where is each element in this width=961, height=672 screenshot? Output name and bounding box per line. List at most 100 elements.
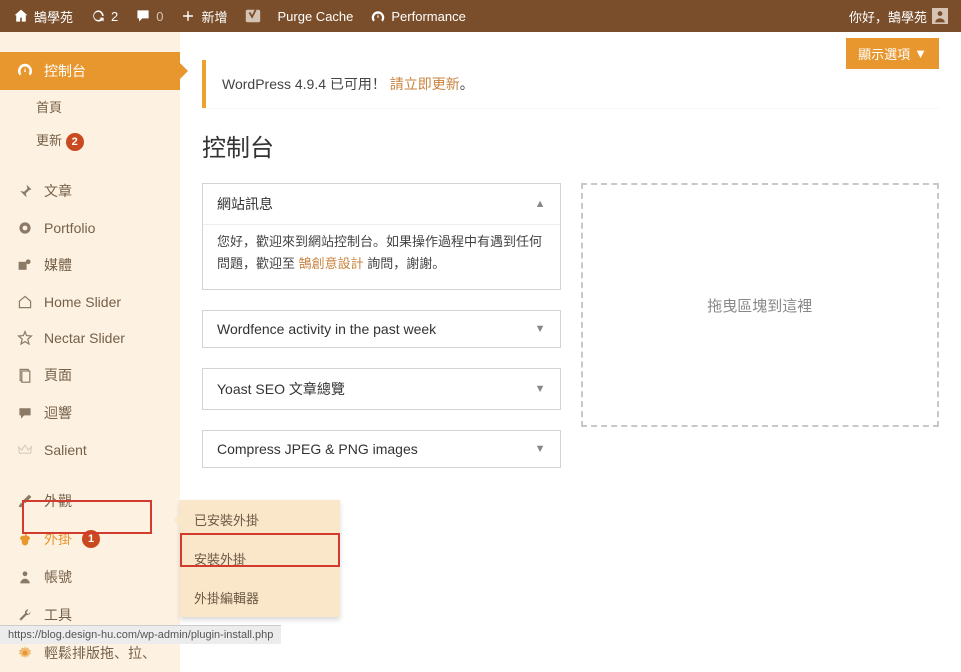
widget-tinypng: Compress JPEG & PNG images ▼	[202, 430, 561, 468]
greeting-label: 你好，鵠學苑	[849, 7, 927, 26]
menu-plugins[interactable]: 外掛 1	[0, 520, 180, 558]
performance-link[interactable]: Performance	[369, 7, 465, 25]
browser-status-bar: https://blog.design-hu.com/wp-admin/plug…	[0, 625, 281, 644]
home-icon	[12, 7, 30, 25]
menu-salient-label: Salient	[44, 442, 87, 458]
widget-dropzone[interactable]: 拖曳區塊到這裡	[581, 183, 940, 427]
update-notice: WordPress 4.9.4 已可用！ 請立即更新。	[202, 60, 939, 108]
comments-count-label: 0	[156, 9, 163, 24]
portfolio-icon	[16, 219, 34, 237]
collapse-down-icon: ▼	[535, 383, 546, 395]
menu-easy-layout-label: 輕鬆排版拖、拉、	[44, 643, 156, 663]
menu-comments-label: 迴響	[44, 403, 72, 423]
submenu-updates[interactable]: 更新 2	[0, 123, 180, 158]
plugin-icon	[16, 530, 34, 548]
menu-posts[interactable]: 文章	[0, 172, 180, 210]
crown-icon	[16, 441, 34, 459]
screen-options-button[interactable]: 顯示選項 ▼	[846, 38, 939, 69]
menu-comments[interactable]: 迴響	[0, 394, 180, 432]
main-wrap: 控制台 首頁 更新 2 文章 Portfolio 媒體 Home Slider …	[0, 32, 961, 672]
admin-bar-right: 你好，鵠學苑	[849, 7, 949, 26]
widget-tinypng-title: Compress JPEG & PNG images	[217, 441, 418, 457]
widget-wordfence: Wordfence activity in the past week ▼	[202, 310, 561, 348]
gear-icon	[16, 644, 34, 662]
widget-site-info-header[interactable]: 網站訊息 ▲	[203, 184, 560, 224]
yoast-link[interactable]	[244, 7, 262, 25]
submenu-home[interactable]: 首頁	[0, 90, 180, 123]
widget-site-info-link[interactable]: 鵠創意設計	[299, 256, 364, 271]
notice-suffix: 。	[460, 76, 474, 92]
site-name-label: 鵠學苑	[34, 7, 73, 26]
menu-pages[interactable]: 頁面	[0, 356, 180, 394]
widget-yoast-header[interactable]: Yoast SEO 文章總覽 ▼	[203, 369, 560, 409]
comments-icon	[16, 404, 34, 422]
menu-appearance-label: 外觀	[44, 491, 72, 511]
menu-media[interactable]: 媒體	[0, 246, 180, 284]
notice-update-link[interactable]: 請立即更新	[390, 76, 460, 92]
widget-site-info-text-suffix: 詢問，謝謝。	[364, 256, 446, 271]
menu-portfolio[interactable]: Portfolio	[0, 210, 180, 246]
screen-options-label: 顯示選項	[858, 44, 910, 63]
dashboard-col-right: 拖曳區塊到這裡	[581, 183, 940, 488]
dropzone-label: 拖曳區塊到這裡	[707, 295, 812, 316]
menu-tools-label: 工具	[44, 605, 72, 625]
submenu-updates-label: 更新	[36, 133, 62, 148]
home-slider-icon	[16, 293, 34, 311]
widget-site-info-title: 網站訊息	[217, 194, 273, 214]
widget-tinypng-header[interactable]: Compress JPEG & PNG images ▼	[203, 431, 560, 467]
content-area: 顯示選項 ▼ WordPress 4.9.4 已可用！ 請立即更新。 控制台 網…	[180, 32, 961, 672]
star-icon	[16, 329, 34, 347]
avatar-icon	[931, 7, 949, 25]
widget-wordfence-title: Wordfence activity in the past week	[217, 321, 436, 337]
menu-portfolio-label: Portfolio	[44, 220, 95, 236]
wrench-icon	[16, 606, 34, 624]
menu-nectar-slider-label: Nectar Slider	[44, 330, 125, 346]
updates-link[interactable]: 2	[89, 7, 118, 25]
widget-yoast: Yoast SEO 文章總覽 ▼	[202, 368, 561, 410]
menu-nectar-slider[interactable]: Nectar Slider	[0, 320, 180, 356]
dashboard-widgets: 網站訊息 ▲ 您好，歡迎來到網站控制台。如果操作過程中有遇到任何問題，歡迎至 鵠…	[202, 183, 939, 488]
update-icon	[89, 7, 107, 25]
admin-sidebar: 控制台 首頁 更新 2 文章 Portfolio 媒體 Home Slider …	[0, 32, 180, 672]
widget-site-info-body: 您好，歡迎來到網站控制台。如果操作過程中有遇到任何問題，歡迎至 鵠創意設計 詢問…	[203, 224, 560, 289]
menu-appearance[interactable]: 外觀	[0, 482, 180, 520]
account-link[interactable]: 你好，鵠學苑	[849, 7, 949, 26]
purge-label: Purge Cache	[278, 9, 354, 24]
widget-yoast-title: Yoast SEO 文章總覽	[217, 379, 345, 399]
pin-icon	[16, 182, 34, 200]
site-link[interactable]: 鵠學苑	[12, 7, 73, 26]
yoast-icon	[244, 7, 262, 25]
menu-dashboard-label: 控制台	[44, 61, 86, 81]
menu-home-slider-label: Home Slider	[44, 294, 121, 310]
gauge-icon	[369, 7, 387, 25]
widget-wordfence-header[interactable]: Wordfence activity in the past week ▼	[203, 311, 560, 347]
dashboard-col-left: 網站訊息 ▲ 您好，歡迎來到網站控制台。如果操作過程中有遇到任何問題，歡迎至 鵠…	[202, 183, 561, 488]
dashboard-icon	[16, 62, 34, 80]
plus-icon	[179, 7, 197, 25]
menu-media-label: 媒體	[44, 255, 72, 275]
media-icon	[16, 256, 34, 274]
collapse-down-icon: ▼	[535, 443, 546, 455]
menu-home-slider[interactable]: Home Slider	[0, 284, 180, 320]
status-url: https://blog.design-hu.com/wp-admin/plug…	[8, 629, 273, 641]
chevron-down-icon: ▼	[914, 46, 927, 61]
performance-label: Performance	[391, 9, 465, 24]
admin-bar-left: 鵠學苑 2 0 新增 Purge Cache Performance	[12, 7, 466, 26]
menu-salient[interactable]: Salient	[0, 432, 180, 468]
collapse-down-icon: ▼	[535, 323, 546, 335]
brush-icon	[16, 492, 34, 510]
new-link[interactable]: 新增	[179, 7, 227, 26]
menu-posts-label: 文章	[44, 181, 72, 201]
collapse-up-icon: ▲	[535, 198, 546, 210]
updates-count-label: 2	[111, 9, 118, 24]
plugins-badge: 1	[82, 530, 100, 548]
page-title: 控制台	[202, 128, 939, 163]
comments-link[interactable]: 0	[134, 7, 163, 25]
comment-icon	[134, 7, 152, 25]
menu-dashboard[interactable]: 控制台	[0, 52, 180, 90]
menu-users-label: 帳號	[44, 567, 72, 587]
notice-text: WordPress 4.9.4 已可用！	[222, 76, 386, 92]
menu-users[interactable]: 帳號	[0, 558, 180, 596]
purge-cache-link[interactable]: Purge Cache	[278, 9, 354, 24]
admin-bar: 鵠學苑 2 0 新增 Purge Cache Performance 你好，鵠學…	[0, 0, 961, 32]
